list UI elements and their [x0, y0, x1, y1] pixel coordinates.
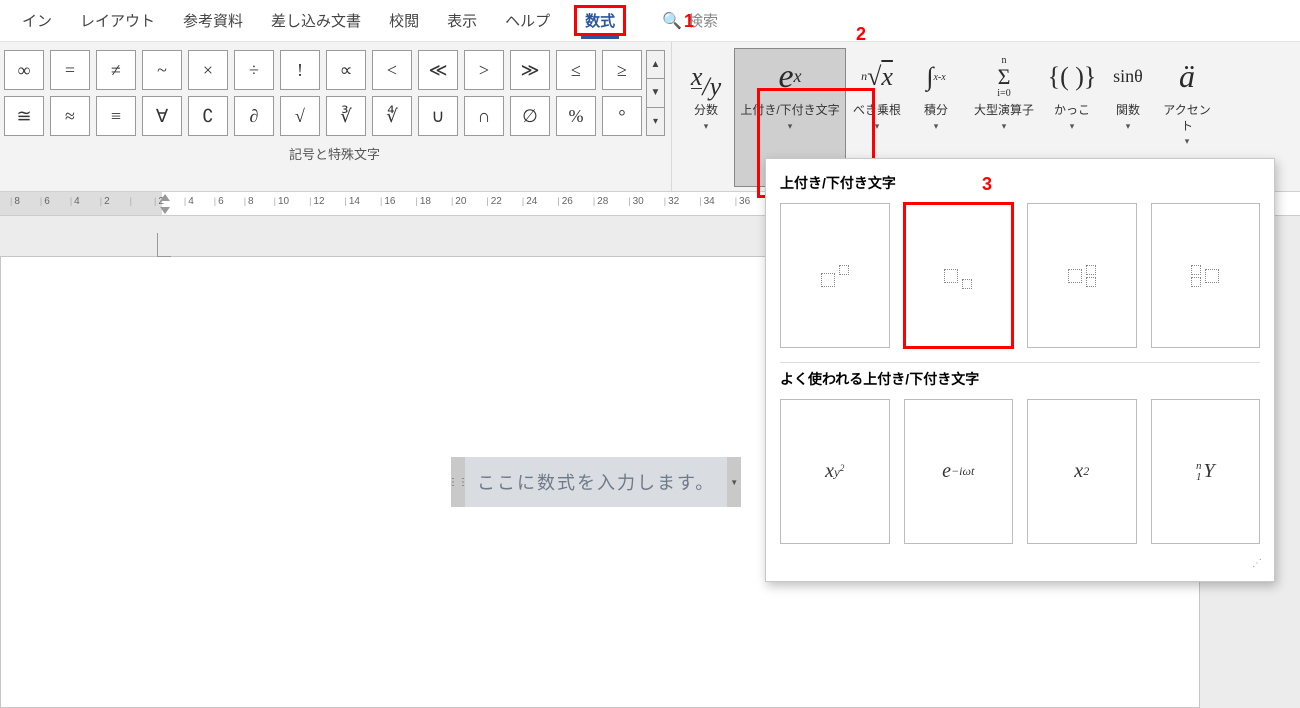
gallery-common: xy2 e−iωt x2 n1Y	[776, 399, 1264, 558]
sym-intersect[interactable]: ∩	[464, 96, 504, 136]
sym-le[interactable]: ≤	[556, 50, 596, 90]
equation-container[interactable]: ⋮⋮ ここに数式を入力します。 ▼	[451, 457, 741, 507]
struct-integral-label: 積分	[924, 103, 948, 119]
gallery-section1-title: 上付き/下付き文字	[776, 167, 1264, 203]
sym-prop[interactable]: ∝	[326, 50, 366, 90]
menu-layout[interactable]: レイアウト	[76, 4, 159, 37]
sym-gt[interactable]: >	[464, 50, 504, 90]
chevron-down-icon: ▾	[1070, 121, 1075, 133]
template-subscript[interactable]	[904, 203, 1014, 348]
chevron-down-icon: ▾	[934, 121, 939, 133]
sym-cong[interactable]: ≅	[4, 96, 44, 136]
sym-complement[interactable]: ∁	[188, 96, 228, 136]
common-n1y[interactable]: n1Y	[1151, 399, 1261, 544]
annotation-1: 1	[684, 11, 694, 32]
menu-mailings[interactable]: 差し込み文書	[267, 4, 365, 37]
sym-muchgt[interactable]: ≫	[510, 50, 550, 90]
fraction-icon: x/y	[691, 53, 721, 101]
sym-degree[interactable]: °	[602, 96, 642, 136]
sym-emptyset[interactable]: ∅	[510, 96, 550, 136]
sigma-icon: nΣi=0	[997, 53, 1010, 101]
sym-partial[interactable]: ∂	[234, 96, 274, 136]
search-icon: 🔍	[662, 11, 682, 31]
symbol-row-2: ≅ ≈ ≡ ∀ ∁ ∂ √ ∛ ∜ ∪ ∩ ∅ % °	[4, 96, 642, 136]
symbol-scroll-up[interactable]: ▲	[646, 50, 665, 79]
script-icon: ex	[778, 53, 801, 101]
template-supersub[interactable]	[1027, 203, 1137, 348]
function-icon: sinθ	[1113, 53, 1143, 101]
gallery-resize-handle[interactable]: ⋰	[776, 558, 1264, 569]
chevron-down-icon: ▾	[704, 121, 709, 133]
sym-excl[interactable]: !	[280, 50, 320, 90]
symbols-panel: ∞ = ≠ ~ × ÷ ! ∝ < ≪ > ≫ ≤ ≥ ≅ ≈	[0, 42, 672, 191]
ruler-ticks: 8642 246 8101214 16182022 24262830 32343…	[0, 196, 750, 207]
chevron-down-icon: ▾	[788, 121, 793, 133]
chevron-down-icon: ▾	[875, 121, 880, 133]
sym-percent[interactable]: %	[556, 96, 596, 136]
sym-ge[interactable]: ≥	[602, 50, 642, 90]
integral-icon: ∫x-x	[926, 53, 945, 101]
chevron-down-icon: ▾	[1002, 121, 1007, 133]
common-xy2[interactable]: xy2	[780, 399, 890, 544]
menu-references[interactable]: 参考資料	[179, 4, 247, 37]
struct-fraction-label: 分数	[694, 103, 718, 119]
sym-neq[interactable]: ≠	[96, 50, 136, 90]
menu-equation[interactable]: 数式	[581, 7, 619, 39]
sym-infinity[interactable]: ∞	[4, 50, 44, 90]
symbol-scroll: ▲ ▼ ▾	[646, 50, 665, 136]
sym-forall[interactable]: ∀	[142, 96, 182, 136]
menu-view[interactable]: 表示	[443, 4, 481, 37]
accent-icon: ä	[1179, 53, 1195, 101]
common-eiwt[interactable]: e−iωt	[904, 399, 1014, 544]
annotation-2: 2	[856, 24, 866, 45]
highlight-equation-tab: 数式	[574, 5, 626, 36]
menu-help[interactable]: ヘルプ	[501, 4, 554, 37]
radical-icon: n√x	[861, 53, 893, 101]
script-gallery: 上付き/下付き文字 よく使われる上付き/下付き文字 xy2 e−iωt x2 n…	[765, 158, 1275, 582]
sym-approx[interactable]: ≈	[50, 96, 90, 136]
template-superscript[interactable]	[780, 203, 890, 348]
struct-radical-label: べき乗根	[853, 103, 901, 119]
gallery-templates	[776, 203, 1264, 362]
ruler-indent-marker[interactable]	[160, 192, 170, 216]
equation-options-dropdown[interactable]: ▼	[727, 457, 741, 507]
chevron-down-icon: ▾	[1126, 121, 1131, 133]
menu-review[interactable]: 校閲	[385, 4, 423, 37]
sym-4root[interactable]: ∜	[372, 96, 412, 136]
symbol-scroll-down[interactable]: ▼	[646, 79, 665, 107]
struct-fraction[interactable]: x/y 分数 ▾	[678, 48, 734, 187]
equation-placeholder[interactable]: ここに数式を入力します。	[465, 457, 727, 507]
template-presupersub[interactable]	[1151, 203, 1261, 348]
sym-cbrt[interactable]: ∛	[326, 96, 366, 136]
symbol-scroll-more[interactable]: ▾	[646, 108, 665, 136]
common-x2[interactable]: x2	[1027, 399, 1137, 544]
struct-script-label: 上付き/下付き文字	[740, 103, 839, 119]
struct-large-operator-label: 大型演算子	[974, 103, 1034, 119]
sym-equiv[interactable]: ≡	[96, 96, 136, 136]
symbols-caption: 記号と特殊文字	[4, 144, 665, 163]
sym-muchlt[interactable]: ≪	[418, 50, 458, 90]
sym-union[interactable]: ∪	[418, 96, 458, 136]
menu-design[interactable]: イン	[18, 4, 56, 37]
sym-sqrt[interactable]: √	[280, 96, 320, 136]
sym-equals[interactable]: =	[50, 50, 90, 90]
sym-div[interactable]: ÷	[234, 50, 274, 90]
equation-handle-icon[interactable]: ⋮⋮	[451, 457, 465, 507]
chevron-down-icon: ▾	[1185, 136, 1190, 148]
page-margin-corner	[157, 233, 171, 257]
annotation-3: 3	[982, 174, 992, 195]
struct-function-label: 関数	[1116, 103, 1140, 119]
sym-lt[interactable]: <	[372, 50, 412, 90]
struct-bracket-label: かっこ	[1054, 103, 1090, 119]
sym-times[interactable]: ×	[188, 50, 228, 90]
menu-bar: イン レイアウト 参考資料 差し込み文書 校閲 表示 ヘルプ 数式 🔍 検索	[0, 0, 1300, 42]
struct-accent-label: アクセント	[1159, 103, 1215, 134]
sym-tilde[interactable]: ~	[142, 50, 182, 90]
bracket-icon: {( )}	[1048, 53, 1097, 101]
gallery-section2-title: よく使われる上付き/下付き文字	[776, 363, 1264, 399]
symbol-row-1: ∞ = ≠ ~ × ÷ ! ∝ < ≪ > ≫ ≤ ≥	[4, 50, 642, 90]
